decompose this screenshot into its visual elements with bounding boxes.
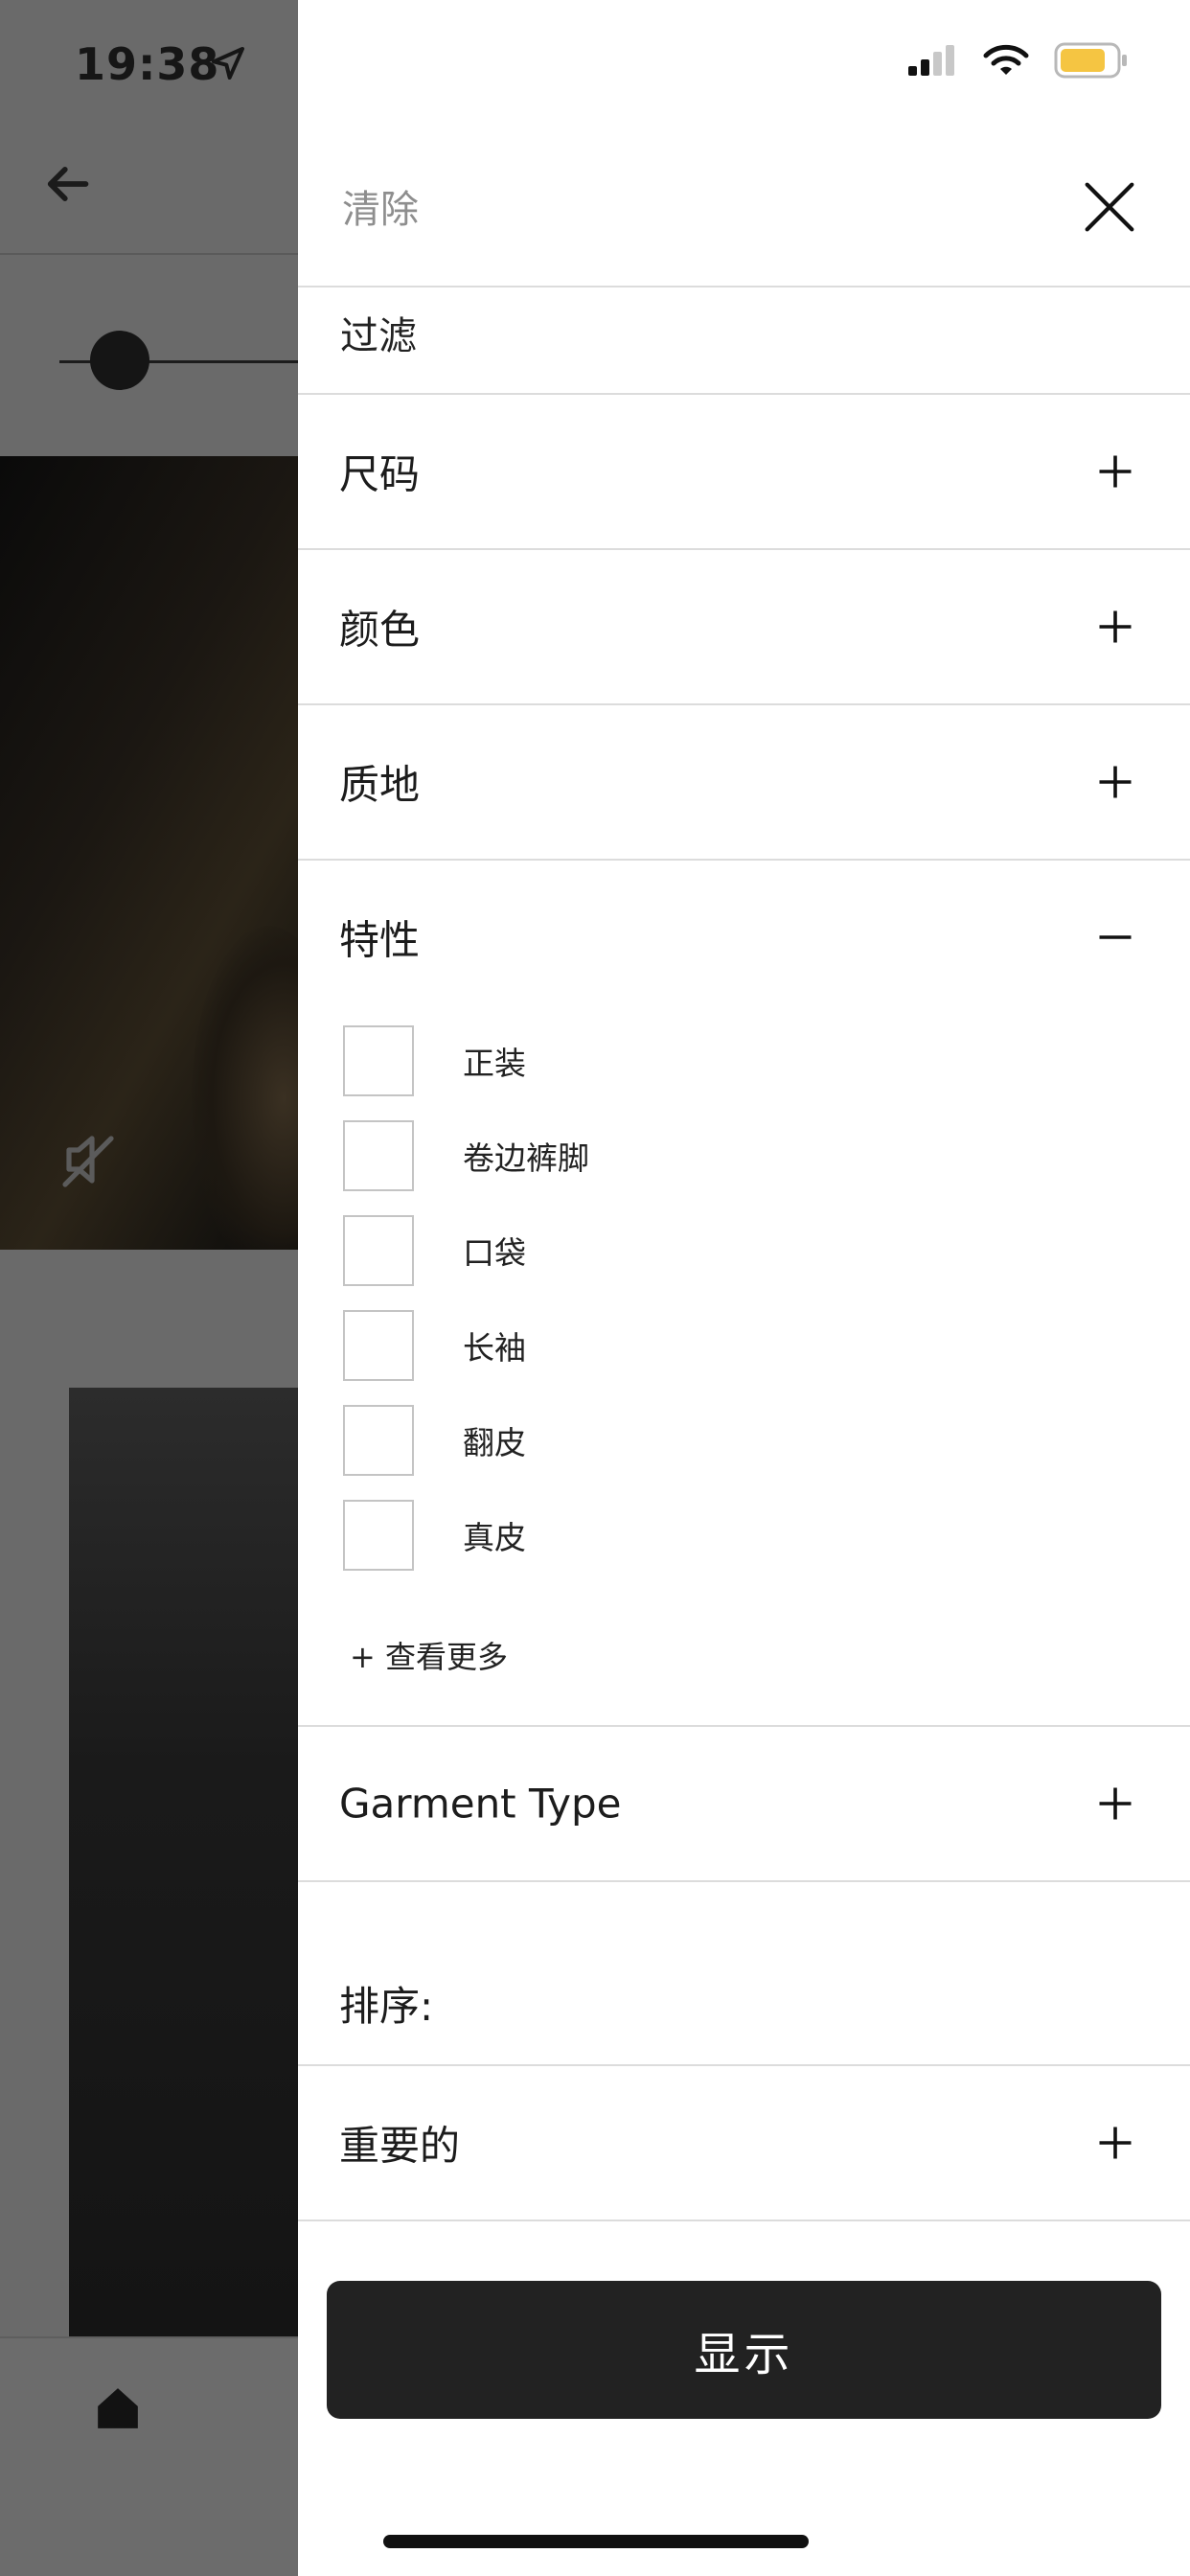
checkbox-option[interactable]: 长袖 [343, 1310, 918, 1381]
checkbox-label: 真皮 [463, 1519, 526, 1556]
plus-icon [1099, 455, 1132, 488]
sort-heading: 排序: [339, 1983, 434, 2030]
checkbox[interactable] [343, 1310, 414, 1381]
wifi-icon [983, 44, 1029, 75]
filter-section-color[interactable]: 颜色 [298, 550, 1190, 703]
close-icon[interactable] [1083, 180, 1136, 234]
checkbox[interactable] [343, 1025, 414, 1096]
home-indicator [383, 2535, 809, 2548]
checkbox[interactable] [343, 1405, 414, 1476]
divider [298, 286, 1190, 288]
bottom-tab-bar [0, 2336, 298, 2576]
battery-icon [1054, 42, 1127, 79]
checkbox-label: 口袋 [463, 1234, 526, 1272]
filter-panel: 清除 过滤 尺码 颜色 质地 特性 正装 卷边裤脚 口袋 长袖 翻皮 真皮 + … [298, 0, 1190, 2576]
checkbox[interactable] [343, 1500, 414, 1571]
divider [298, 1880, 1190, 1882]
mute-icon[interactable] [61, 1131, 123, 1188]
section-label: 重要的 [339, 2122, 461, 2170]
video-player[interactable] [0, 456, 345, 1271]
checkbox[interactable] [343, 1120, 414, 1191]
section-label: 质地 [339, 761, 421, 809]
minus-icon [1099, 935, 1132, 939]
plus-icon [1099, 2127, 1132, 2159]
background-page: 19:38 [0, 0, 345, 2576]
status-time: 19:38 [75, 38, 220, 90]
checkbox-option[interactable]: 卷边裤脚 [343, 1120, 918, 1191]
product-card-image[interactable] [69, 1388, 298, 2336]
section-label: 颜色 [339, 606, 421, 654]
sort-option-relevance[interactable]: 重要的 [298, 2066, 1190, 2220]
see-more-link[interactable]: + 查看更多 [350, 1633, 508, 1677]
filter-section-garment-type[interactable]: Garment Type [298, 1727, 1190, 1880]
checkbox-label: 正装 [463, 1045, 526, 1082]
header-divider [0, 253, 298, 255]
video-progress-knob[interactable] [90, 331, 149, 390]
checkbox-label: 长袖 [463, 1329, 526, 1367]
plus-icon [1099, 1787, 1132, 1820]
filter-section-features[interactable]: 特性 [298, 861, 1190, 1014]
checkbox[interactable] [343, 1215, 414, 1286]
plus-icon [1099, 610, 1132, 643]
divider [298, 2220, 1190, 2221]
filter-section-material[interactable]: 质地 [298, 705, 1190, 859]
cellular-signal-icon [908, 45, 954, 76]
clear-button[interactable]: 清除 [342, 178, 419, 234]
section-label: 特性 [339, 916, 421, 964]
home-icon[interactable] [94, 2384, 142, 2432]
filter-heading: 过滤 [340, 314, 417, 358]
location-arrow-icon [212, 47, 244, 80]
checkbox-option[interactable]: 口袋 [343, 1215, 918, 1286]
filter-section-size[interactable]: 尺码 [298, 395, 1190, 548]
checkbox-option[interactable]: 翻皮 [343, 1405, 918, 1476]
status-bar-icons [906, 42, 1129, 79]
checkbox-option[interactable]: 正装 [343, 1025, 918, 1096]
section-label: 尺码 [339, 450, 421, 498]
plus-icon [1099, 766, 1132, 798]
arrow-left-icon[interactable] [42, 159, 92, 209]
checkbox-label: 翻皮 [463, 1424, 526, 1461]
checkbox-option[interactable]: 真皮 [343, 1500, 918, 1571]
checkbox-label: 卷边裤脚 [463, 1139, 589, 1177]
section-label: Garment Type [339, 1780, 622, 1828]
show-results-button[interactable]: 显示 [327, 2281, 1161, 2419]
